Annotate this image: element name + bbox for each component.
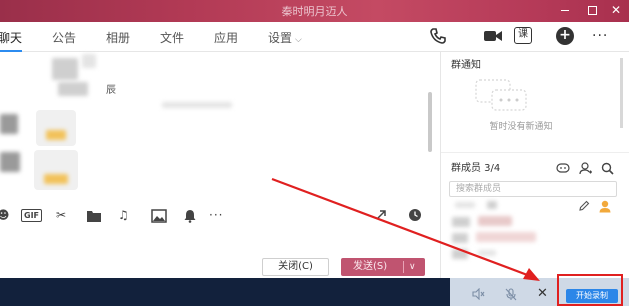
chat-message-area[interactable]: 辰 [0,52,440,201]
message-bubble [34,150,78,190]
tab-apps[interactable]: 应用 [214,29,238,46]
history-clock-icon[interactable] [408,205,422,225]
member-avatar-icon[interactable] [598,199,612,216]
blurred-member [478,216,512,226]
more-options-icon[interactable]: ··· [592,29,616,47]
tab-files[interactable]: 文件 [160,29,184,46]
add-member-icon[interactable] [579,162,593,178]
tab-album[interactable]: 相册 [106,29,130,46]
blurred-member [455,202,475,208]
microphone-mute-icon[interactable] [505,288,517,304]
tab-chat[interactable]: 聊天 [0,29,23,52]
blurred-message-content [52,58,78,80]
title-bar: 秦时明月迈人 ✕ [0,0,629,22]
blurred-member [452,217,470,227]
edit-pencil-icon[interactable] [578,200,590,215]
folder-icon[interactable] [86,205,102,225]
blurred-member [487,201,497,209]
image-icon[interactable] [151,205,167,225]
blurred-member [478,250,496,256]
notice-empty-text: 暂时没有新通知 [489,122,553,132]
search-icon[interactable] [601,162,614,178]
course-icon[interactable]: 课 [514,27,532,44]
speaker-mute-icon[interactable] [472,287,486,303]
chat-scrollbar[interactable] [428,92,432,152]
phone-call-icon[interactable] [429,27,447,45]
emoji-icon[interactable]: ☻ [0,205,10,225]
close-window-button[interactable]: ✕ [609,3,623,17]
panel-divider [441,152,629,153]
more-tools-icon[interactable]: ··· [209,205,223,225]
bell-icon[interactable] [184,205,196,225]
blurred-message-content [58,82,88,96]
music-note-icon[interactable]: ♫ [118,205,129,225]
member-search-input[interactable]: 搜索群成员 [449,181,617,197]
blurred-message-content [44,174,68,184]
avatar[interactable] [0,114,18,134]
blurred-member [476,232,536,242]
qq-group-chat-window: 秦时明月迈人 ✕ 聊天 公告 相册 文件 应用 设置 ⌵ 课 + ··· 辰 ☻… [0,0,629,306]
close-button[interactable]: 关闭(C) [262,258,329,276]
annotation-highlight-box [557,274,623,306]
sender-name: 辰 [106,85,116,96]
tab-settings-label: 设置 [268,31,293,45]
expand-icon[interactable] [374,205,388,225]
input-toolbar: ☻ GIF ✂ ♫ ··· [0,205,440,227]
add-plus-icon[interactable]: + [556,27,574,45]
blurred-timestamp [162,102,232,108]
tab-announcement[interactable]: 公告 [52,29,76,46]
close-recorder-icon[interactable]: ✕ [537,286,548,301]
send-button[interactable]: 发送(S) ∨ [341,258,425,276]
group-members-title: 群成员 3/4 [451,163,501,174]
message-bubble [36,110,76,146]
blurred-member [452,249,468,259]
minimize-button[interactable] [558,3,572,17]
empty-notice-chat-icon [475,79,527,111]
tab-settings[interactable]: 设置 ⌵ [268,29,302,46]
send-button-label: 发送(S) [353,261,388,272]
gif-icon[interactable]: GIF [21,209,43,222]
screenshot-scissors-icon[interactable]: ✂ [56,205,66,225]
tab-bar: 聊天 公告 相册 文件 应用 设置 ⌵ [0,22,629,52]
group-notice-title: 群通知 [451,60,481,71]
send-button-divider [403,261,404,273]
member-chat-icon[interactable] [556,163,570,178]
blurred-message-content [46,130,66,140]
notice-scrollbar[interactable] [620,58,623,128]
blurred-member [452,233,468,243]
chevron-down-icon: ⌵ [295,35,302,45]
send-options-chevron-icon[interactable]: ∨ [409,258,416,276]
maximize-button[interactable] [585,3,599,17]
window-title: 秦时明月迈人 [281,5,348,18]
avatar[interactable] [0,152,20,172]
video-call-icon[interactable] [483,27,502,45]
blurred-message-content [82,54,96,68]
